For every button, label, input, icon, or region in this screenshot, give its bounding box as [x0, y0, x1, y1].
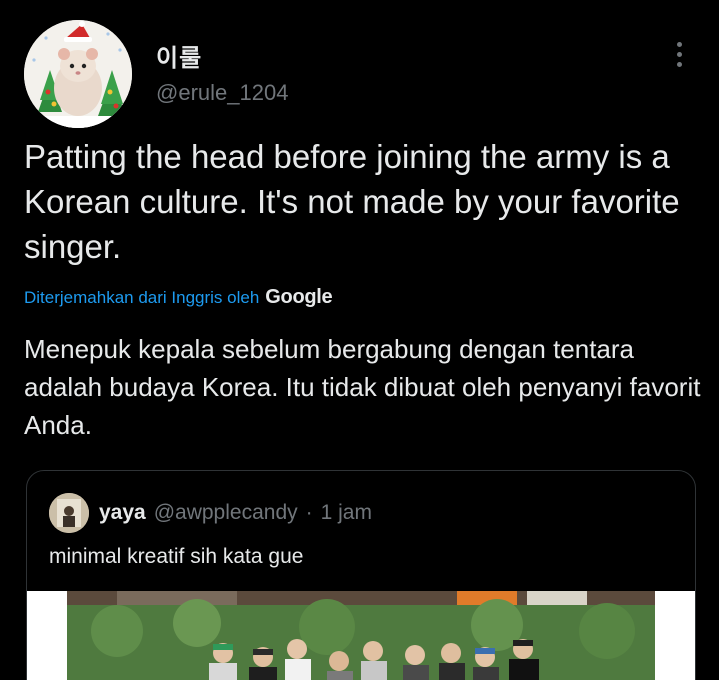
author-handle[interactable]: @erule_1204 — [156, 80, 288, 106]
author-display-name[interactable]: 이룰 — [156, 38, 202, 73]
quoted-media-image[interactable] — [27, 591, 695, 680]
tweet-text: Patting the head before joining the army… — [24, 138, 680, 265]
quoted-separator: · — [305, 501, 313, 524]
quoted-tweet-text: minimal kreatif sih kata gue — [49, 545, 304, 568]
more-options-button[interactable] — [664, 36, 694, 72]
quoted-author-avatar — [49, 493, 89, 533]
author-avatar[interactable] — [24, 20, 132, 128]
quoted-avatar-image — [49, 493, 89, 533]
more-dot-icon — [676, 61, 682, 67]
more-dot-icon — [676, 51, 682, 57]
quoted-author-handle: @awpplecandy — [153, 501, 298, 524]
translation-attribution-label[interactable]: Diterjemahkan dari Inggris oleh — [24, 288, 259, 308]
quoted-author-name: yaya — [99, 501, 146, 524]
tweet: 이룰 @erule_1204 Patting the head before j… — [0, 0, 719, 680]
hamster-christmas-avatar-image — [24, 20, 132, 128]
translation-attribution[interactable]: Diterjemahkan dari Inggris oleh Google — [24, 286, 333, 309]
quoted-tweet-header: yaya @awpplecandy · 1 jam — [99, 501, 372, 525]
more-dot-icon — [676, 41, 682, 47]
google-logo: Google — [265, 286, 333, 308]
translated-text: Menepuk kepala sebelum bergabung dengan … — [24, 334, 701, 440]
group-photo-image — [27, 591, 695, 680]
quoted-tweet-card[interactable]: yaya @awpplecandy · 1 jam minimal kreati… — [26, 470, 696, 680]
quoted-timestamp: 1 jam — [320, 501, 372, 524]
